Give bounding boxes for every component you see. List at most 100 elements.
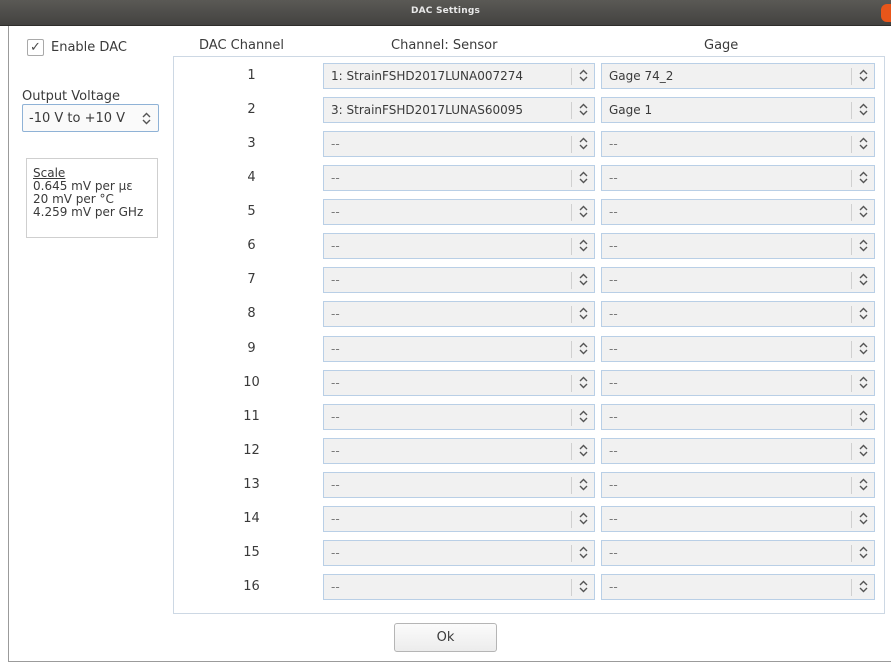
sensor-select[interactable]: 1: StrainFSHD2017LUNA007274	[323, 63, 595, 89]
dac-channel-number: 4	[247, 170, 256, 186]
select-divider	[851, 579, 852, 597]
dac-channel-number: 8	[247, 306, 256, 322]
sensor-select-value: --	[331, 375, 340, 390]
close-icon[interactable]	[881, 4, 891, 22]
sensor-select[interactable]: --	[323, 471, 595, 498]
gage-select[interactable]: --	[601, 165, 875, 192]
gage-select[interactable]: --	[601, 301, 875, 328]
select-divider	[851, 442, 852, 460]
select-divider	[571, 408, 572, 426]
gage-select[interactable]: Gage 74_2	[601, 63, 875, 89]
ok-button[interactable]: Ok	[394, 623, 497, 652]
gage-select[interactable]: --	[601, 574, 875, 601]
select-divider	[571, 544, 572, 562]
table-row: 1 1: StrainFSHD2017LUNA007274 Gage 74_2	[174, 63, 886, 89]
up-down-chevron-icon	[859, 307, 868, 320]
gage-select[interactable]: --	[601, 505, 875, 532]
gage-select[interactable]: --	[601, 199, 875, 226]
up-down-chevron-icon	[859, 273, 868, 286]
dac-channel-number: 11	[243, 408, 260, 424]
sensor-select[interactable]: 3: StrainFSHD2017LUNAS60095	[323, 97, 595, 124]
select-divider	[571, 204, 572, 222]
gage-select[interactable]: --	[601, 233, 875, 260]
sensor-select[interactable]: --	[323, 199, 595, 226]
gage-select[interactable]: --	[601, 539, 875, 566]
dac-channel-number: 16	[243, 579, 260, 595]
up-down-chevron-icon	[859, 512, 868, 525]
output-voltage-label: Output Voltage	[22, 89, 121, 104]
gage-select-value: --	[609, 273, 618, 288]
gage-select[interactable]: --	[601, 335, 875, 362]
select-divider	[571, 272, 572, 290]
title-bar[interactable]: DAC Settings	[0, 0, 891, 26]
gage-select-value: --	[609, 239, 618, 254]
enable-dac-label: Enable DAC	[51, 40, 127, 55]
select-divider	[571, 374, 572, 392]
gage-select-value: --	[609, 341, 618, 356]
sensor-select-value: --	[331, 239, 340, 254]
sensor-select[interactable]: --	[323, 267, 595, 294]
gage-select[interactable]: --	[601, 267, 875, 294]
channel-table: 1 1: StrainFSHD2017LUNA007274 Gage 74_2 2 3:…	[173, 56, 885, 614]
gage-select[interactable]: --	[601, 369, 875, 396]
table-row: 12 -- --	[174, 437, 886, 464]
select-divider	[851, 68, 852, 85]
gage-select[interactable]: --	[601, 437, 875, 464]
select-divider	[571, 340, 572, 358]
gage-select-value: --	[609, 205, 618, 220]
table-row: 9 -- --	[174, 335, 886, 362]
select-divider	[571, 510, 572, 528]
table-row: 7 -- --	[174, 267, 886, 294]
sensor-select[interactable]: --	[323, 505, 595, 532]
gage-select-value: --	[609, 511, 618, 526]
sensor-select-value: --	[331, 171, 340, 186]
up-down-chevron-icon	[859, 171, 868, 184]
sensor-select[interactable]: --	[323, 165, 595, 192]
output-voltage-select[interactable]: -10 V to +10 V	[22, 104, 159, 132]
sensor-select[interactable]: --	[323, 233, 595, 260]
sensor-select[interactable]: --	[323, 437, 595, 464]
sensor-select[interactable]: --	[323, 403, 595, 430]
sensor-select[interactable]: --	[323, 335, 595, 362]
dac-channel-number: 5	[247, 204, 256, 220]
up-down-chevron-icon	[579, 103, 588, 116]
sensor-select[interactable]: --	[323, 539, 595, 566]
enable-dac-checkbox[interactable]: ✓ Enable DAC	[27, 39, 127, 56]
select-divider	[571, 170, 572, 188]
table-row: 13 -- --	[174, 471, 886, 498]
dac-channel-number: 3	[247, 136, 256, 152]
select-divider	[851, 340, 852, 358]
dac-channel-number: 9	[247, 340, 256, 356]
table-row: 2 3: StrainFSHD2017LUNAS60095 Gage 1	[174, 97, 886, 124]
select-divider	[851, 238, 852, 256]
gage-select[interactable]: --	[601, 131, 875, 158]
gage-select-value: --	[609, 375, 618, 390]
window-title: DAC Settings	[410, 6, 481, 16]
sensor-select-value: --	[331, 137, 340, 152]
gage-select[interactable]: Gage 1	[601, 97, 875, 124]
up-down-chevron-icon	[859, 376, 868, 389]
up-down-chevron-icon	[859, 410, 868, 423]
output-voltage-value: -10 V to +10 V	[29, 110, 126, 126]
gage-select-value: --	[609, 477, 618, 492]
sensor-select[interactable]: --	[323, 301, 595, 328]
sensor-select-value: --	[331, 477, 340, 492]
sensor-select[interactable]: --	[323, 369, 595, 396]
sensor-select-value: --	[331, 409, 340, 424]
up-down-chevron-icon	[579, 137, 588, 150]
select-divider	[851, 102, 852, 120]
table-row: 10 -- --	[174, 369, 886, 396]
up-down-chevron-icon	[579, 69, 588, 82]
select-divider	[571, 476, 572, 494]
table-row: 5 -- --	[174, 199, 886, 226]
gage-select[interactable]: --	[601, 403, 875, 430]
up-down-chevron-icon	[859, 444, 868, 457]
gage-select-value: --	[609, 137, 618, 152]
select-divider	[851, 408, 852, 426]
sensor-select[interactable]: --	[323, 131, 595, 158]
checkmark-icon[interactable]: ✓	[27, 39, 44, 56]
select-divider	[571, 68, 572, 85]
sensor-select[interactable]: --	[323, 574, 595, 601]
gage-select[interactable]: --	[601, 471, 875, 498]
select-divider	[851, 306, 852, 324]
